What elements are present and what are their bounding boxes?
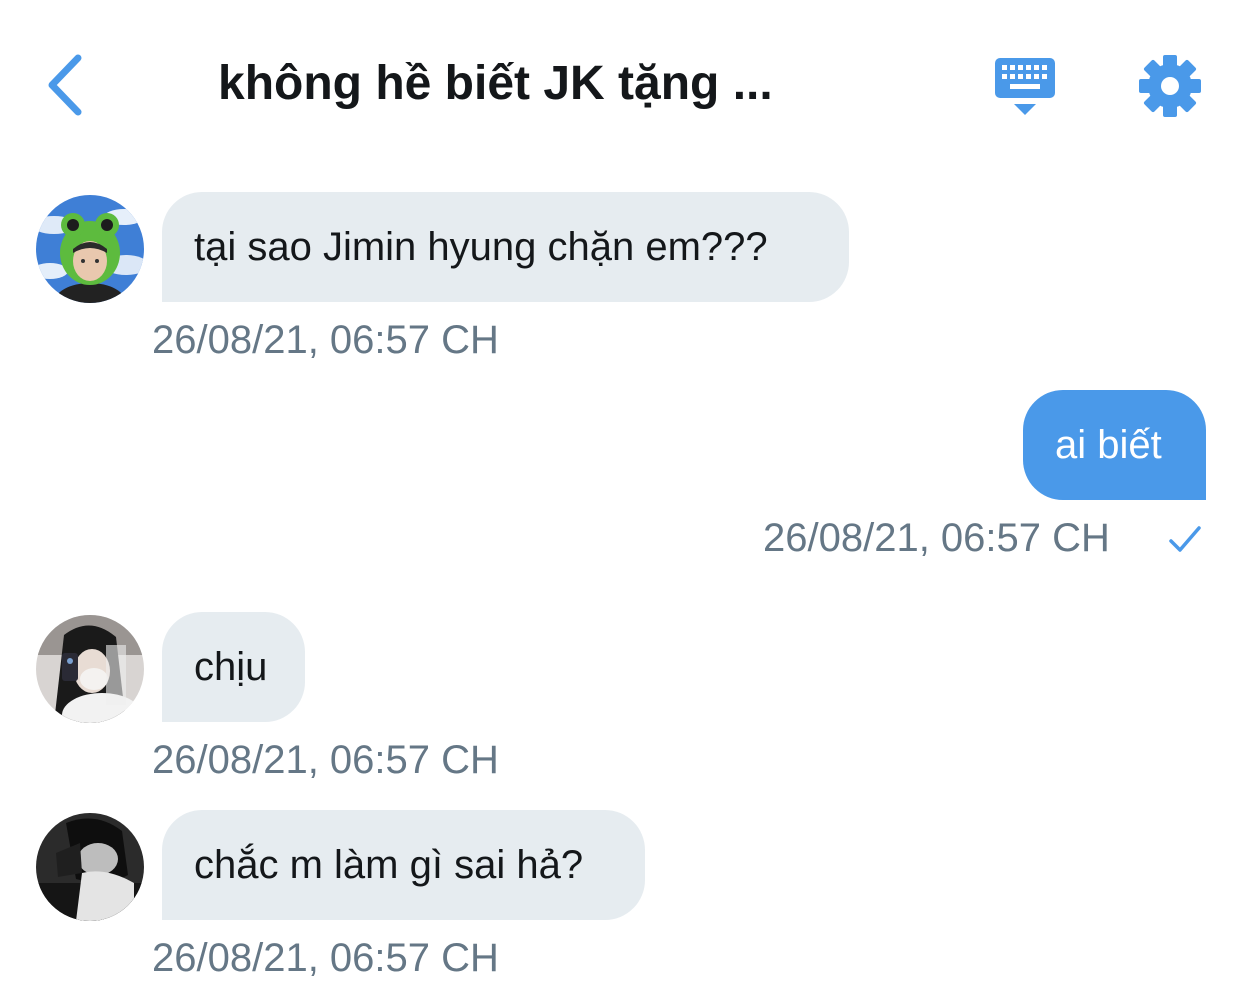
chevron-left-icon	[48, 54, 82, 116]
message-bubble-outgoing[interactable]: ai biết	[1023, 390, 1206, 500]
conversation-title[interactable]: không hề biết JK tặng ...	[218, 52, 773, 116]
message-bubble[interactable]: chắc m làm gì sai hả?	[162, 810, 645, 920]
keyboard-icon	[995, 58, 1055, 115]
bw-avatar-icon	[36, 813, 144, 921]
frog-hat-avatar-icon	[36, 195, 144, 303]
gear-icon	[1139, 55, 1201, 117]
back-button[interactable]	[40, 50, 92, 120]
conversation-header: không hề biết JK tặng ...	[0, 0, 1242, 170]
sender-avatar[interactable]	[36, 615, 144, 723]
check-icon	[1169, 526, 1201, 552]
keyboard-toggle-button[interactable]	[992, 54, 1058, 120]
message-timestamp: 26/08/21, 06:57 CH	[152, 318, 499, 362]
message-text: tại sao Jimin hyung chặn em???	[194, 225, 768, 269]
masked-selfie-avatar-icon	[36, 615, 144, 723]
settings-button[interactable]	[1138, 54, 1202, 118]
message-text: chắc m làm gì sai hả?	[194, 843, 584, 887]
message-timestamp: 26/08/21, 06:57 CH	[152, 936, 499, 980]
sender-avatar[interactable]	[36, 195, 144, 303]
message-timestamp: 26/08/21, 06:57 CH	[763, 516, 1110, 560]
sender-avatar[interactable]	[36, 813, 144, 921]
message-bubble[interactable]: chịu	[162, 612, 305, 722]
message-bubble[interactable]: tại sao Jimin hyung chặn em???	[162, 192, 849, 302]
message-timestamp: 26/08/21, 06:57 CH	[152, 738, 499, 782]
message-text: chịu	[194, 645, 268, 689]
message-text: ai biết	[1055, 423, 1162, 467]
